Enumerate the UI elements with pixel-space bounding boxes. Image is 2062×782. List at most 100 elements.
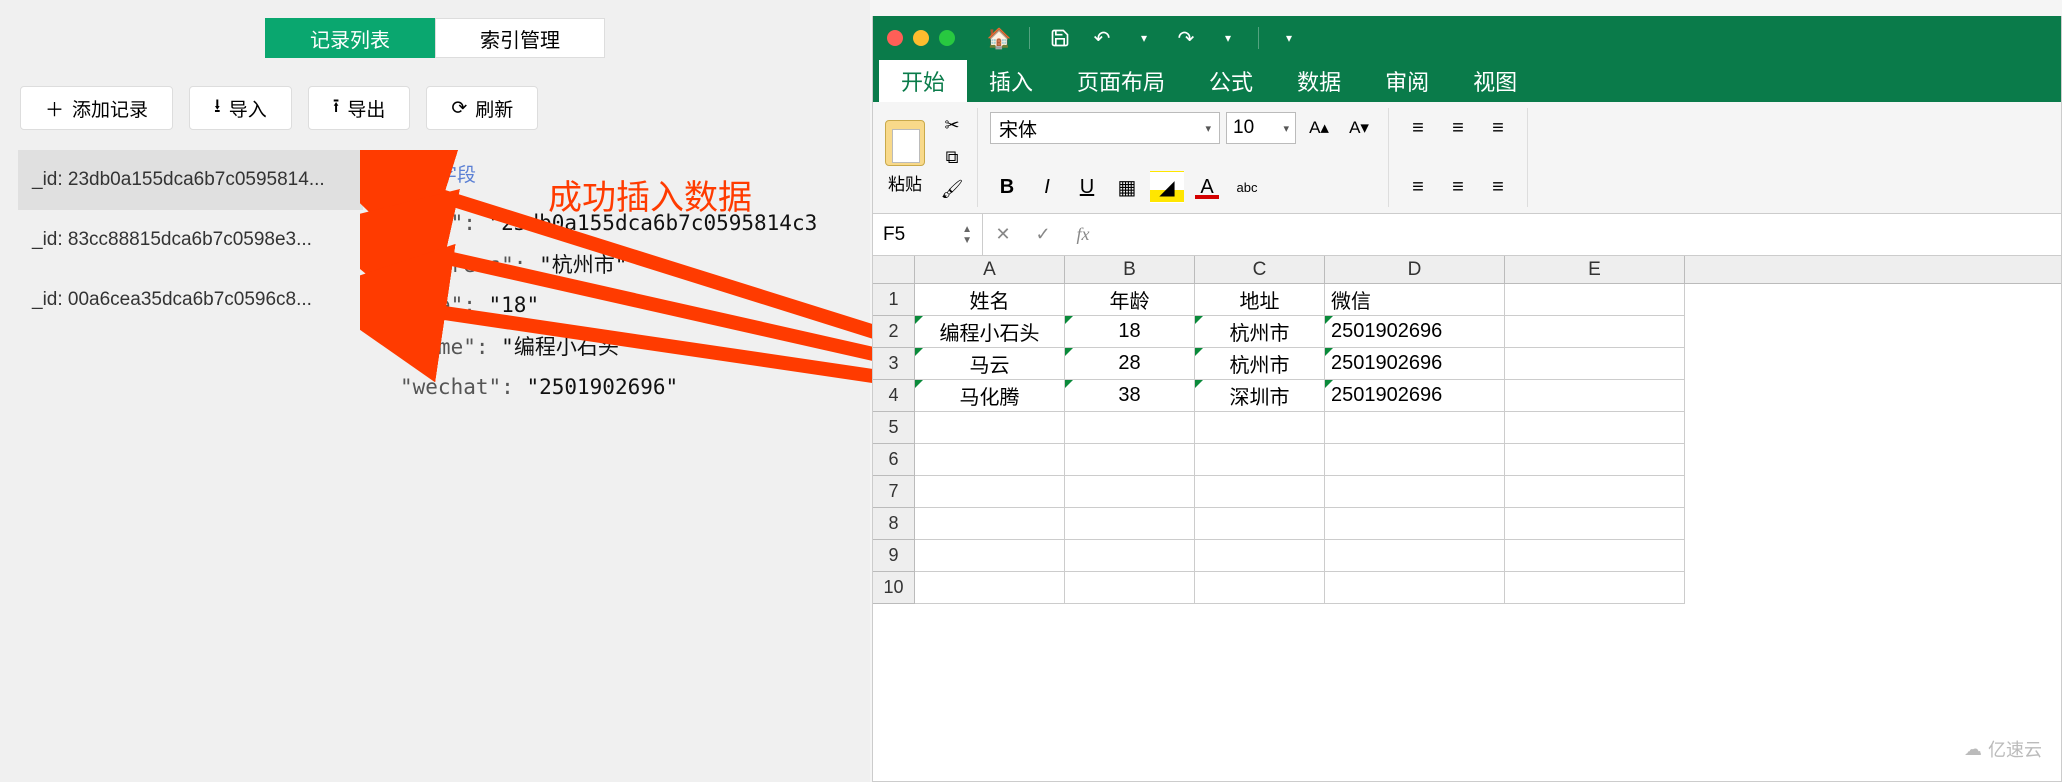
- ribbon-tab-formula[interactable]: 公式: [1187, 60, 1275, 102]
- cell[interactable]: [1505, 316, 1685, 348]
- export-button[interactable]: ⭱导出: [308, 86, 411, 130]
- ribbon-tab-view[interactable]: 视图: [1451, 60, 1539, 102]
- refresh-button[interactable]: ⟳刷新: [426, 86, 538, 130]
- cell[interactable]: 马云: [915, 348, 1065, 380]
- cell[interactable]: [1505, 508, 1685, 540]
- cell[interactable]: 18: [1065, 316, 1195, 348]
- cell[interactable]: [1325, 412, 1505, 444]
- fx-icon[interactable]: fx: [1063, 224, 1103, 245]
- cell[interactable]: [1505, 284, 1685, 316]
- cell[interactable]: [915, 444, 1065, 476]
- ribbon-tab-review[interactable]: 审阅: [1363, 60, 1451, 102]
- row-header[interactable]: 9: [873, 540, 915, 572]
- save-icon[interactable]: [1044, 22, 1076, 54]
- add-record-button[interactable]: ＋添加记录: [20, 86, 173, 130]
- row-header[interactable]: 6: [873, 444, 915, 476]
- cell[interactable]: 杭州市: [1195, 316, 1325, 348]
- cell[interactable]: [915, 572, 1065, 604]
- cell[interactable]: 2501902696: [1325, 316, 1505, 348]
- cell[interactable]: 38: [1065, 380, 1195, 412]
- cell[interactable]: [1195, 508, 1325, 540]
- cell[interactable]: [1505, 540, 1685, 572]
- cell[interactable]: 2501902696: [1325, 348, 1505, 380]
- align-bottom-icon[interactable]: ≡: [1481, 112, 1515, 144]
- cell[interactable]: [1325, 540, 1505, 572]
- font-size-select[interactable]: 10▾: [1226, 112, 1296, 144]
- cut-icon[interactable]: ✂: [939, 114, 965, 138]
- close-button[interactable]: [887, 30, 903, 46]
- cell[interactable]: [1505, 476, 1685, 508]
- cell[interactable]: [1325, 508, 1505, 540]
- cell[interactable]: 深圳市: [1195, 380, 1325, 412]
- column-header[interactable]: D: [1325, 256, 1505, 283]
- italic-button[interactable]: I: [1030, 171, 1064, 203]
- font-shrink-icon[interactable]: A▾: [1342, 112, 1376, 144]
- align-left-icon[interactable]: ≡: [1401, 171, 1435, 203]
- cell[interactable]: [1195, 572, 1325, 604]
- name-stepper[interactable]: ▲▼: [962, 224, 972, 246]
- row-header[interactable]: 10: [873, 572, 915, 604]
- tab-indexes[interactable]: 索引管理: [435, 18, 605, 58]
- row-header[interactable]: 1: [873, 284, 915, 316]
- maximize-button[interactable]: [939, 30, 955, 46]
- cell[interactable]: [1065, 444, 1195, 476]
- align-top-icon[interactable]: ≡: [1401, 112, 1435, 144]
- cell[interactable]: [1195, 476, 1325, 508]
- cell[interactable]: 编程小石头: [915, 316, 1065, 348]
- cell[interactable]: [1325, 476, 1505, 508]
- underline-button[interactable]: U: [1070, 171, 1104, 203]
- ribbon-tab-home[interactable]: 开始: [879, 60, 967, 102]
- column-header[interactable]: A: [915, 256, 1065, 283]
- fill-color-button[interactable]: ◢: [1150, 171, 1184, 203]
- record-item[interactable]: _id: 00a6cea35dca6b7c0596c8...: [18, 270, 363, 330]
- font-name-select[interactable]: 宋体▾: [990, 112, 1220, 144]
- column-header[interactable]: C: [1195, 256, 1325, 283]
- column-header[interactable]: B: [1065, 256, 1195, 283]
- paste-button[interactable]: 粘贴: [885, 120, 925, 195]
- border-button[interactable]: ▦: [1110, 171, 1144, 203]
- cell[interactable]: 微信: [1325, 284, 1505, 316]
- cell[interactable]: [1505, 444, 1685, 476]
- minimize-button[interactable]: [913, 30, 929, 46]
- cell[interactable]: 年龄: [1065, 284, 1195, 316]
- align-middle-icon[interactable]: ≡: [1441, 112, 1475, 144]
- chevron-down-icon[interactable]: ▾: [1273, 22, 1305, 54]
- cell[interactable]: [1065, 508, 1195, 540]
- column-header[interactable]: E: [1505, 256, 1685, 283]
- confirm-icon[interactable]: ✓: [1023, 224, 1063, 245]
- ribbon-tab-insert[interactable]: 插入: [967, 60, 1055, 102]
- cell[interactable]: [1065, 540, 1195, 572]
- spreadsheet-grid[interactable]: A B C D E 1姓名年龄地址微信2编程小石头18杭州市2501902696…: [873, 256, 2061, 604]
- cell[interactable]: [1505, 572, 1685, 604]
- copy-icon[interactable]: ⧉: [939, 146, 965, 170]
- phonetic-button[interactable]: abc: [1230, 171, 1264, 203]
- cell[interactable]: [1195, 540, 1325, 572]
- redo-icon[interactable]: ↷: [1170, 22, 1202, 54]
- bold-button[interactable]: B: [990, 171, 1024, 203]
- cell[interactable]: [1195, 412, 1325, 444]
- row-header[interactable]: 4: [873, 380, 915, 412]
- align-center-icon[interactable]: ≡: [1441, 171, 1475, 203]
- row-header[interactable]: 8: [873, 508, 915, 540]
- cell[interactable]: [915, 540, 1065, 572]
- cell[interactable]: 28: [1065, 348, 1195, 380]
- undo-icon[interactable]: ↶: [1086, 22, 1118, 54]
- cell[interactable]: [1195, 444, 1325, 476]
- cell[interactable]: [1325, 444, 1505, 476]
- cell[interactable]: [915, 412, 1065, 444]
- font-grow-icon[interactable]: A▴: [1302, 112, 1336, 144]
- font-color-button[interactable]: A: [1190, 171, 1224, 203]
- chevron-down-icon[interactable]: ▾: [1128, 22, 1160, 54]
- row-header[interactable]: 2: [873, 316, 915, 348]
- ribbon-tab-data[interactable]: 数据: [1275, 60, 1363, 102]
- ribbon-tab-layout[interactable]: 页面布局: [1055, 60, 1187, 102]
- name-box[interactable]: F5 ▲▼: [873, 214, 983, 255]
- home-icon[interactable]: 🏠: [983, 22, 1015, 54]
- select-all-corner[interactable]: [873, 256, 915, 283]
- cell[interactable]: [915, 476, 1065, 508]
- import-button[interactable]: ⭳导入: [189, 86, 292, 130]
- cell[interactable]: [1505, 348, 1685, 380]
- row-header[interactable]: 3: [873, 348, 915, 380]
- cell[interactable]: [1065, 476, 1195, 508]
- record-item[interactable]: _id: 23db0a155dca6b7c0595814...: [18, 150, 363, 210]
